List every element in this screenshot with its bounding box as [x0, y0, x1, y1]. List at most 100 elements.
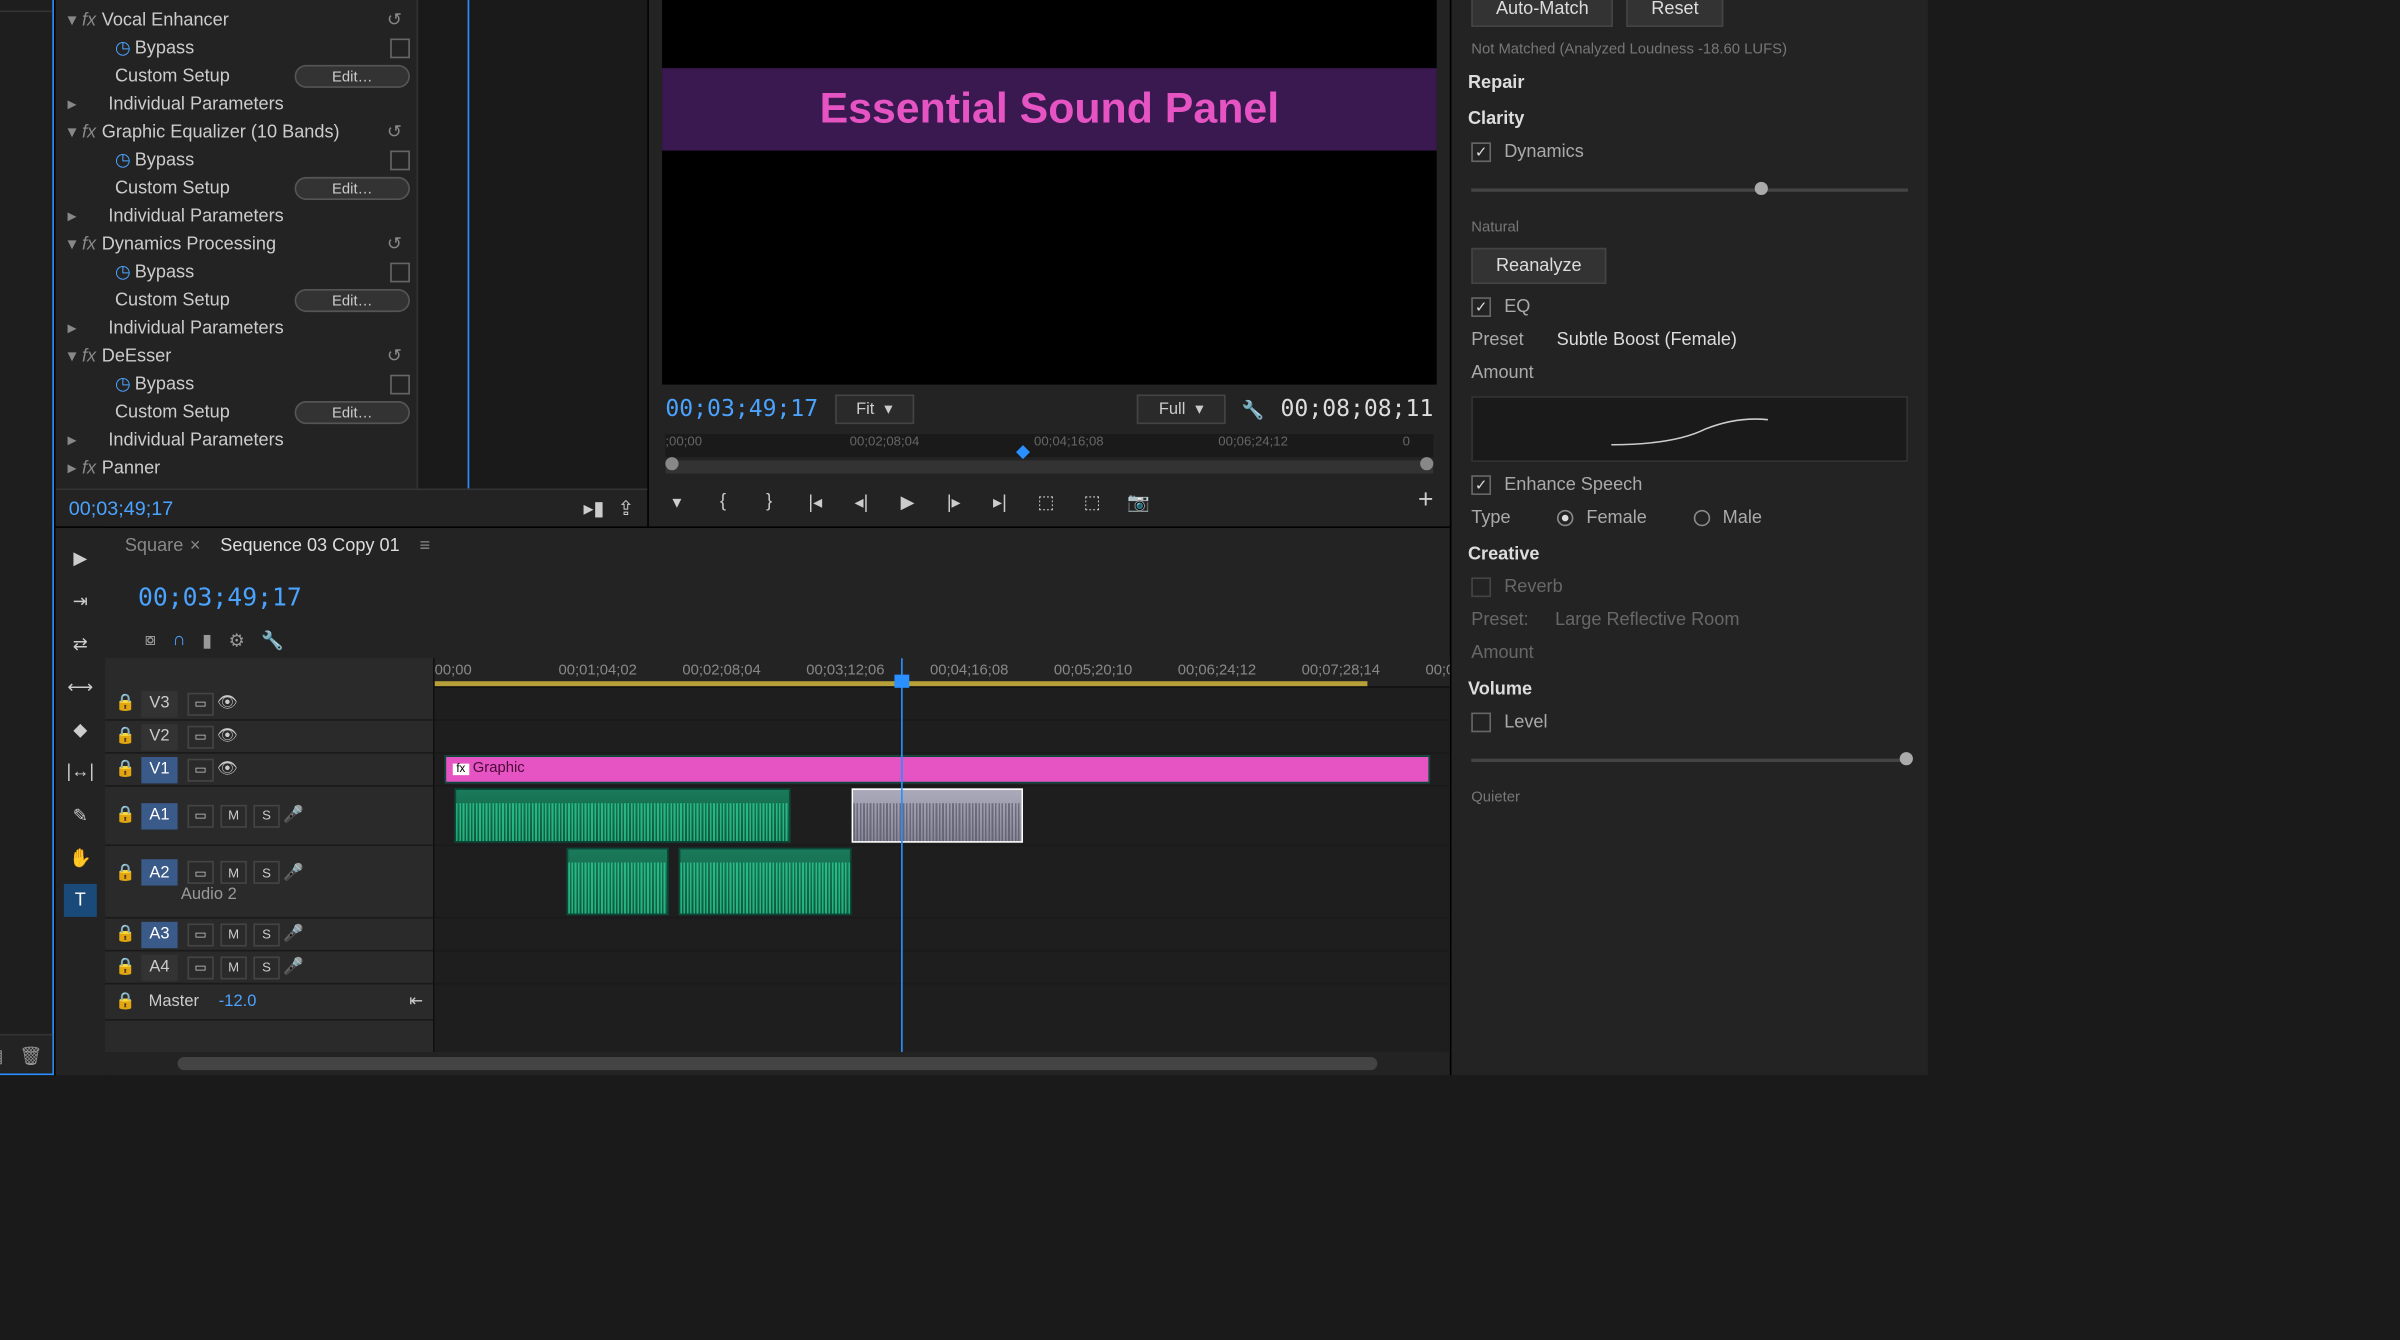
eq-checkbox[interactable]	[1471, 297, 1491, 317]
project-clip-row[interactable]: Audio 1_8.wav48000 Hz00:00:	[0, 200, 52, 231]
eye-icon[interactable]: 👁	[217, 694, 240, 712]
twisty-icon[interactable]: ▸	[62, 429, 82, 450]
timeline-hscroll[interactable]	[112, 1052, 1444, 1075]
project-clip-row[interactable]: Audio 1_10.wav48000 Hz00:00:	[0, 263, 52, 294]
lock-icon[interactable]: 🔒	[115, 925, 135, 943]
fx-channel-volume[interactable]: Channel Volume	[102, 0, 387, 1]
twisty-icon[interactable]: ▾	[62, 233, 82, 254]
add-button-icon[interactable]: +	[1418, 487, 1433, 517]
lock-icon[interactable]: 🔒	[115, 760, 135, 778]
fx-graphic-eq[interactable]: Graphic Equalizer (10 Bands)	[102, 122, 387, 142]
project-clip-row[interactable]: Audio 1_14.wav48000 Hz00:00:	[0, 388, 52, 419]
twisty-icon[interactable]: ▸	[62, 317, 82, 338]
track-a3[interactable]: A3	[141, 921, 177, 947]
go-in-icon[interactable]: |◂	[804, 490, 827, 513]
level-checkbox[interactable]	[1471, 713, 1491, 733]
mute-toggle[interactable]: M	[220, 804, 246, 827]
twisty-icon[interactable]: ▾	[62, 121, 82, 142]
tab-close-icon[interactable]: ×	[190, 536, 201, 556]
program-playhead[interactable]	[1017, 445, 1031, 459]
reverb-preset-dropdown[interactable]: Large Reflective Room	[1555, 610, 1739, 630]
track-output-toggle[interactable]: ▭	[187, 692, 213, 715]
track-output-toggle[interactable]: ▭	[187, 725, 213, 748]
reset-icon[interactable]: ↺	[387, 233, 410, 254]
level-slider[interactable]	[1471, 759, 1908, 762]
track-v2[interactable]: V2	[141, 723, 177, 749]
timeline-ruler[interactable]: 00;0000;01;04;0200;02;08;0400;03;12;0600…	[435, 658, 1450, 688]
mute-toggle[interactable]: M	[220, 923, 246, 946]
reset-icon[interactable]: ↺	[387, 121, 410, 142]
fx-bypass[interactable]: Bypass	[135, 262, 384, 282]
mute-toggle[interactable]: M	[220, 861, 246, 884]
edit-button[interactable]: Edit…	[295, 400, 410, 423]
program-resolution-dropdown[interactable]: Full▾	[1137, 394, 1225, 424]
col-mediastart-header[interactable]: Media S	[0, 0, 21, 4]
mic-icon[interactable]: 🎤	[283, 958, 304, 976]
es-clarity-section[interactable]: Clarity	[1451, 99, 1927, 135]
es-creative-section[interactable]: Creative	[1451, 535, 1927, 571]
fx-vocal-enhancer[interactable]: Vocal Enhancer	[102, 10, 387, 30]
bin-folder-square[interactable]: ▸ square sequence	[0, 513, 52, 544]
collapse-icon[interactable]: ⇤	[409, 993, 423, 1011]
ripple-tool-icon[interactable]: ⇄	[64, 627, 97, 660]
track-output-toggle[interactable]: ▭	[187, 923, 213, 946]
wrench-icon[interactable]: 🔧	[261, 630, 284, 651]
solo-toggle[interactable]: S	[253, 861, 279, 884]
track-select-tool-icon[interactable]: ⇥	[64, 584, 97, 617]
mic-icon[interactable]: 🎤	[283, 863, 304, 881]
new-item-icon[interactable]: ▤	[0, 1045, 6, 1065]
edit-button[interactable]: Edit…	[295, 176, 410, 199]
fx-panner[interactable]: Panner	[102, 458, 410, 478]
project-clip-row[interactable]: Audio 1_5.wav48000 Hz00:00:	[0, 106, 52, 137]
stopwatch-icon[interactable]: ◷	[115, 149, 135, 170]
reverb-checkbox[interactable]	[1471, 577, 1491, 597]
mic-icon[interactable]: 🎤	[283, 925, 304, 943]
program-viewport[interactable]: Essential Sound Panel	[662, 0, 1437, 385]
clip-audio-a1-selected[interactable]	[851, 788, 1024, 842]
fx-individual-params[interactable]: Individual Parameters	[108, 94, 410, 114]
lock-icon[interactable]: 🔒	[115, 863, 135, 881]
play-icon[interactable]: ▶	[896, 490, 919, 513]
project-clip-row[interactable]: Audio 1_6.wav48000 Hz00:00:	[0, 137, 52, 168]
mute-toggle[interactable]: M	[220, 956, 246, 979]
track-output-toggle[interactable]: ▭	[187, 804, 213, 827]
export-frame-icon[interactable]: 📷	[1127, 490, 1150, 513]
mic-icon[interactable]: 🎤	[283, 806, 304, 824]
track-a4[interactable]: A4	[141, 954, 177, 980]
lock-icon[interactable]: 🔒	[115, 806, 135, 824]
auto-match-button[interactable]: Auto-Match	[1471, 0, 1613, 27]
solo-toggle[interactable]: S	[253, 923, 279, 946]
reanalyze-button[interactable]: Reanalyze	[1471, 248, 1606, 284]
master-db-value[interactable]: -12.0	[219, 993, 257, 1011]
fx-individual-params[interactable]: Individual Parameters	[108, 318, 410, 338]
stopwatch-icon[interactable]: ◷	[115, 373, 135, 394]
mark-in-icon[interactable]: ▾	[665, 490, 688, 513]
bypass-checkbox[interactable]	[390, 262, 410, 282]
bypass-checkbox[interactable]	[390, 150, 410, 170]
project-clip-row[interactable]: Audio 1_3.wav48000 Hz00:00:	[0, 43, 52, 74]
reset-icon[interactable]: ↺	[387, 0, 410, 2]
lock-icon[interactable]: 🔒	[115, 727, 135, 745]
bin-folder-bin[interactable]: ▸ Bin	[0, 482, 52, 513]
go-out-icon[interactable]: ▸|	[988, 490, 1011, 513]
fx-bypass[interactable]: Bypass	[135, 374, 384, 394]
type-tool-icon[interactable]: T	[64, 884, 97, 917]
program-fit-dropdown[interactable]: Fit▾	[835, 394, 914, 424]
lock-icon[interactable]: 🔒	[115, 993, 136, 1011]
track-v1[interactable]: V1	[141, 756, 177, 782]
twisty-icon[interactable]: ▾	[62, 345, 82, 366]
solo-toggle[interactable]: S	[253, 956, 279, 979]
male-radio[interactable]	[1693, 510, 1709, 526]
linked-selection-icon[interactable]: ∩	[173, 630, 186, 651]
fx-deesser[interactable]: DeEsser	[102, 346, 387, 366]
twisty-icon[interactable]: ▸	[62, 0, 82, 2]
project-clip-row[interactable]: Audio 1_15.wav48000 Hz00:00:	[0, 419, 52, 450]
track-output-toggle[interactable]: ▭	[187, 758, 213, 781]
dynamics-checkbox[interactable]	[1471, 142, 1491, 162]
ec-keyframe-strip[interactable]: 600;04;16;08 Audio 1_8.wav	[417, 0, 648, 488]
razor-tool-icon[interactable]: ◆	[64, 713, 97, 746]
pen-tool-icon[interactable]: ✎	[64, 798, 97, 831]
project-clip-row[interactable]: Audio 1_13.wav48000 Hz00:00:	[0, 357, 52, 388]
project-clip-row[interactable]: Audio 1_11.wav48000 Hz00:00:	[0, 294, 52, 325]
clip-audio-a1-1[interactable]	[455, 788, 790, 842]
